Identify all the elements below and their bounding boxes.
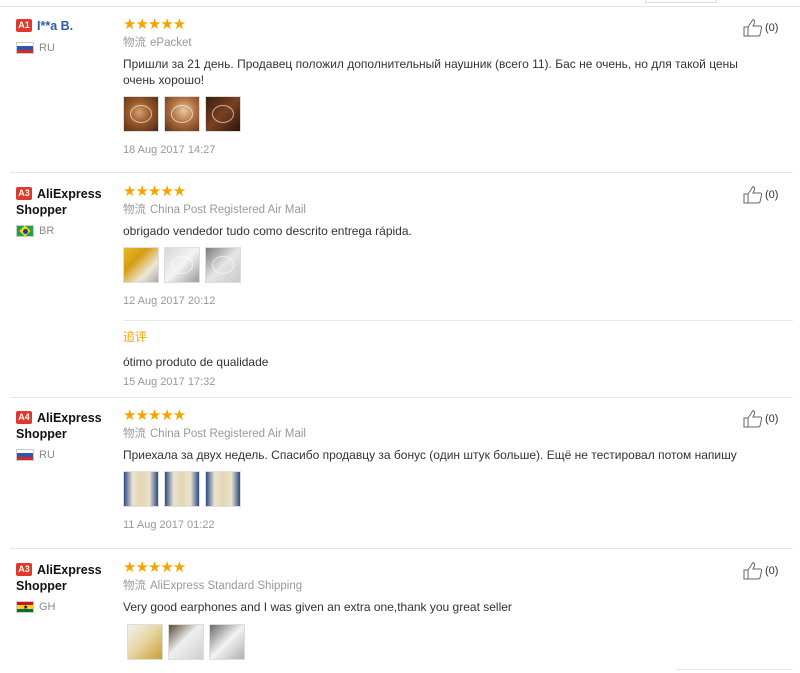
reviewer-name-text: AliExpress bbox=[37, 563, 102, 577]
review-divider bbox=[10, 548, 793, 549]
level-badge: A3 bbox=[16, 563, 32, 576]
review-date: 18 Aug 2017 14:27 bbox=[123, 144, 216, 156]
reviewer-name[interactable]: A3 AliExpress Shopper bbox=[16, 186, 112, 218]
review-date: 11 Aug 2017 01:22 bbox=[123, 519, 215, 531]
review-content: ★★★★★ 物流 ePacket Пришли за 21 день. Прода… bbox=[123, 17, 743, 157]
review-photo[interactable] bbox=[164, 247, 200, 283]
review-comment: Пришли за 21 день. Продавец положил допо… bbox=[123, 57, 738, 87]
helpful-count: (0) bbox=[765, 565, 779, 577]
helpful-count: (0) bbox=[765, 189, 779, 201]
star-rating: ★★★★★ bbox=[123, 16, 186, 33]
review-comment: obrigado vendedor tudo como descrito ent… bbox=[123, 224, 412, 238]
review-divider bbox=[10, 172, 793, 173]
shipping-label: 物流 bbox=[123, 428, 146, 440]
country-code: RU bbox=[39, 42, 55, 54]
followup-review: 追评 ótimo produto de qualidade 15 Aug 201… bbox=[123, 320, 793, 389]
shipping-info: 物流 China Post Registered Air Mail bbox=[123, 203, 743, 217]
shipping-info: 物流 ePacket bbox=[123, 36, 743, 50]
reviewer-name-text: AliExpress bbox=[37, 411, 102, 425]
reviewer-info: A4 AliExpress Shopper RU bbox=[16, 410, 112, 461]
followup-divider bbox=[123, 320, 793, 321]
level-badge: A1 bbox=[16, 19, 32, 32]
shipping-method: China Post Registered Air Mail bbox=[150, 428, 306, 440]
star-rating: ★★★★★ bbox=[123, 407, 186, 424]
level-badge: A4 bbox=[16, 411, 32, 424]
helpful-button[interactable]: (0) bbox=[743, 410, 778, 428]
russia-flag-icon bbox=[16, 42, 34, 54]
followup-comment: ótimo produto de qualidade bbox=[123, 355, 269, 369]
review-photo[interactable] bbox=[205, 247, 241, 283]
review-photos bbox=[123, 247, 743, 283]
reviewer-info: A1 I**a B. RU bbox=[16, 18, 112, 54]
reviewer-name-text: Shopper bbox=[16, 203, 67, 217]
reviewer-name[interactable]: A3 AliExpress Shopper bbox=[16, 562, 112, 594]
review-photos bbox=[123, 471, 743, 507]
thumbs-up-icon bbox=[743, 19, 763, 37]
helpful-button[interactable]: (0) bbox=[743, 562, 778, 580]
star-rating: ★★★★★ bbox=[123, 183, 186, 200]
review-comment: Very good earphones and I was given an e… bbox=[123, 600, 512, 614]
shipping-method: AliExpress Standard Shipping bbox=[150, 580, 303, 592]
level-badge: A3 bbox=[16, 187, 32, 200]
review-photo[interactable] bbox=[164, 471, 200, 507]
helpful-button[interactable]: (0) bbox=[743, 19, 778, 37]
review-comment: Приехала за двух недель. Спасибо продавц… bbox=[123, 448, 737, 462]
shipping-method: ePacket bbox=[150, 37, 192, 49]
shipping-info: 物流 China Post Registered Air Mail bbox=[123, 427, 743, 441]
review-photo[interactable] bbox=[205, 96, 241, 132]
reviewer-name[interactable]: A1 I**a B. bbox=[16, 18, 112, 34]
reviewer-name-text: Shopper bbox=[16, 579, 67, 593]
top-divider bbox=[0, 6, 800, 7]
review-photo[interactable] bbox=[205, 471, 241, 507]
reviewer-name-text: Shopper bbox=[16, 427, 67, 441]
reviewer-country: RU bbox=[16, 42, 112, 54]
shipping-info: 物流 AliExpress Standard Shipping bbox=[123, 579, 743, 593]
helpful-count: (0) bbox=[765, 413, 779, 425]
thumbs-up-icon bbox=[743, 410, 763, 428]
reviewer-name[interactable]: A4 AliExpress Shopper bbox=[16, 410, 112, 442]
star-rating: ★★★★★ bbox=[123, 559, 186, 576]
review-photos bbox=[127, 624, 743, 660]
reviewer-country: ★ GH bbox=[16, 601, 112, 613]
shipping-label: 物流 bbox=[123, 580, 146, 592]
top-bar bbox=[0, 0, 800, 10]
review-photo[interactable] bbox=[123, 96, 159, 132]
review-divider bbox=[10, 397, 793, 398]
russia-flag-icon bbox=[16, 449, 34, 461]
review-photo[interactable] bbox=[123, 247, 159, 283]
helpful-button[interactable]: (0) bbox=[743, 186, 778, 204]
helpful-count: (0) bbox=[765, 22, 779, 34]
followup-date: 15 Aug 2017 17:32 bbox=[123, 376, 216, 388]
shipping-label: 物流 bbox=[123, 37, 146, 49]
review-photo[interactable] bbox=[123, 471, 159, 507]
country-code: RU bbox=[39, 449, 55, 461]
country-code: GH bbox=[39, 601, 56, 613]
review-content: ★★★★★ 物流 China Post Registered Air Mail П… bbox=[123, 408, 743, 532]
review-photo[interactable] bbox=[164, 96, 200, 132]
review-photos bbox=[123, 96, 743, 132]
thumbs-up-icon bbox=[743, 186, 763, 204]
brazil-flag-icon bbox=[16, 225, 34, 237]
country-code: BR bbox=[39, 225, 55, 237]
shipping-label: 物流 bbox=[123, 204, 146, 216]
reviewer-name-text: I**a B. bbox=[37, 19, 74, 33]
reviewer-info: A3 AliExpress Shopper ★ GH bbox=[16, 562, 112, 613]
reviewer-name-text: AliExpress bbox=[37, 187, 102, 201]
bottom-divider bbox=[676, 669, 793, 670]
review-photo[interactable] bbox=[127, 624, 163, 660]
reviewer-info: A3 AliExpress Shopper BR bbox=[16, 186, 112, 237]
thumbs-up-icon bbox=[743, 562, 763, 580]
review-date: 12 Aug 2017 20:12 bbox=[123, 295, 216, 307]
reviewer-country: RU bbox=[16, 449, 112, 461]
followup-label: 追评 bbox=[123, 330, 148, 344]
review-photo[interactable] bbox=[168, 624, 204, 660]
shipping-method: China Post Registered Air Mail bbox=[150, 204, 306, 216]
ghana-flag-icon: ★ bbox=[16, 601, 34, 613]
reviewer-country: BR bbox=[16, 225, 112, 237]
review-content: ★★★★★ 物流 China Post Registered Air Mail o… bbox=[123, 184, 743, 308]
top-tab-edge bbox=[645, 0, 717, 3]
review-content: ★★★★★ 物流 AliExpress Standard Shipping Ver… bbox=[123, 560, 743, 660]
review-photo[interactable] bbox=[209, 624, 245, 660]
